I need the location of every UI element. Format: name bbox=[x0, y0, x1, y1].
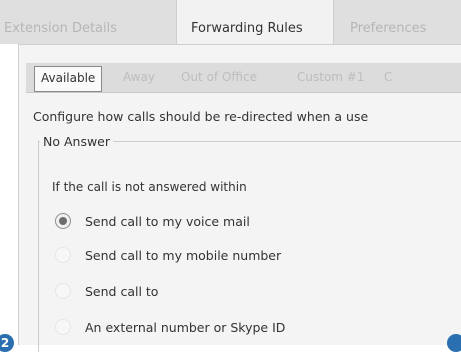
group-label: No Answer bbox=[40, 134, 114, 149]
option-send-call-to[interactable]: Send call to bbox=[55, 281, 158, 301]
option-label: An external number or Skype ID bbox=[85, 319, 286, 335]
step-badge-2: 2 bbox=[0, 334, 14, 352]
radio-icon[interactable] bbox=[55, 283, 71, 299]
step-badge-icon bbox=[447, 334, 461, 352]
tab-available[interactable]: Available bbox=[34, 66, 103, 92]
radio-icon[interactable] bbox=[55, 319, 71, 335]
tab-custom-2[interactable]: C bbox=[384, 63, 392, 92]
option-label: Send call to my mobile number bbox=[85, 247, 282, 263]
option-label: Send call to my voice mail bbox=[85, 213, 250, 229]
option-mobile-number[interactable]: Send call to my mobile number bbox=[55, 245, 281, 265]
no-answer-prompt: If the call is not answered within bbox=[52, 180, 247, 194]
radio-checked-icon[interactable] bbox=[55, 213, 71, 229]
tab-extension-details[interactable]: Extension Details bbox=[0, 0, 174, 44]
outer-tab-bar: Extension Details Forwarding Rules Prefe… bbox=[0, 0, 461, 46]
tab-custom-1[interactable]: Custom #1 bbox=[297, 63, 364, 92]
option-label: Send call to bbox=[85, 283, 159, 299]
tab-away[interactable]: Away bbox=[123, 63, 155, 92]
tab-preferences[interactable]: Preferences bbox=[340, 0, 460, 44]
option-voice-mail[interactable]: Send call to my voice mail bbox=[55, 211, 250, 231]
radio-icon[interactable] bbox=[55, 247, 71, 263]
inner-tab-bar: Available Away Out of Office Custom #1 C bbox=[26, 63, 461, 93]
tab-forwarding-rules[interactable]: Forwarding Rules bbox=[176, 0, 334, 46]
description-text: Configure how calls should be re-directe… bbox=[33, 109, 369, 124]
option-external-number[interactable]: An external number or Skype ID bbox=[55, 317, 285, 337]
tab-out-of-office[interactable]: Out of Office bbox=[181, 63, 257, 92]
